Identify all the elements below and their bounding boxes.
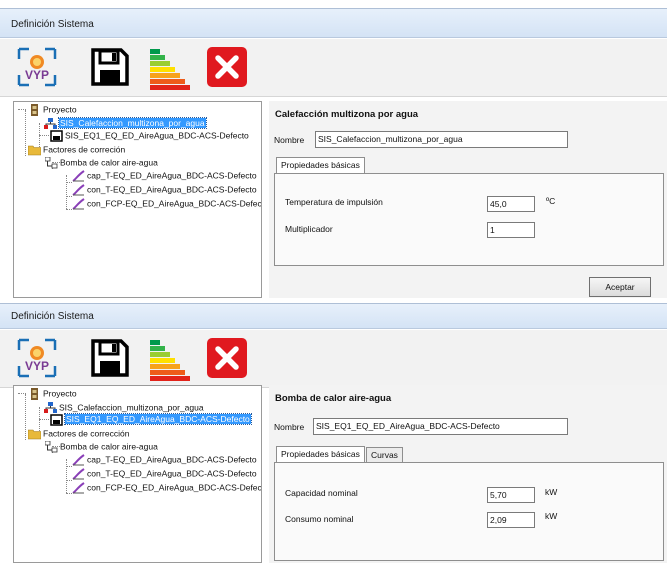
title-bar: Definición Sistema bbox=[0, 8, 667, 38]
system-definition-window-1: Definición Sistema VYP Proyecto SIS_Cale… bbox=[0, 0, 667, 300]
svg-text:VYP: VYP bbox=[25, 68, 49, 82]
energy-rating-button[interactable] bbox=[144, 334, 192, 382]
multiplier-field[interactable]: 1 bbox=[487, 222, 535, 238]
tree-node-correction-factors[interactable]: Factores de correción bbox=[28, 143, 125, 156]
system-network-icon bbox=[44, 401, 57, 414]
save-button[interactable] bbox=[86, 43, 134, 91]
tree-node-curve-cap[interactable]: cap_T-EQ_ED_AireAgua_BDC-ACS-Defecto bbox=[72, 169, 257, 182]
red-x-icon bbox=[207, 338, 247, 378]
equipment-icon bbox=[50, 414, 63, 426]
tree-node-correction-factors[interactable]: Factores de corrección bbox=[28, 427, 129, 440]
vyp-logo-icon: VYP bbox=[17, 338, 57, 378]
tree-node-curve-fcp[interactable]: con_FCP-EQ_ED_AireAgua_BDC-ACS-Defecto bbox=[72, 197, 261, 210]
delete-button[interactable] bbox=[203, 334, 251, 382]
red-x-icon bbox=[207, 47, 247, 87]
equipment-icon bbox=[50, 130, 63, 142]
nominal-capacity-unit: kW bbox=[545, 487, 558, 497]
folder-icon bbox=[28, 144, 41, 156]
properties-panel: Bomba de calor aire-agua Nombre SIS_EQ1_… bbox=[269, 385, 667, 563]
tree-node-heat-pump[interactable]: Bomba de calor aire-agua bbox=[45, 440, 158, 453]
svg-text:VYP: VYP bbox=[25, 359, 49, 373]
vyp-logo-icon: VYP bbox=[17, 47, 57, 87]
curve-icon bbox=[72, 467, 85, 480]
tab-basic-properties[interactable]: Propiedades básicas bbox=[276, 446, 365, 462]
tab-content: Capacidad nominal 5,70 kW Consumo nomina… bbox=[274, 462, 664, 561]
system-network-icon bbox=[44, 117, 57, 130]
name-label: Nombre bbox=[274, 422, 305, 432]
energy-rating-icon bbox=[150, 49, 190, 90]
curve-icon bbox=[72, 197, 85, 210]
nominal-consumption-label: Consumo nominal bbox=[285, 514, 354, 524]
project-icon bbox=[28, 103, 41, 116]
tree-node-curve-con[interactable]: con_T-EQ_ED_AireAgua_BDC-ACS-Defecto bbox=[72, 183, 257, 196]
floppy-disk-icon bbox=[91, 339, 129, 377]
nominal-capacity-label: Capacidad nominal bbox=[285, 488, 358, 498]
name-field[interactable]: SIS_Calefaccion_multizona_por_agua bbox=[315, 131, 568, 148]
curve-icon bbox=[72, 183, 85, 196]
system-tree[interactable]: Proyecto SIS_Calefaccion_multizona_por_a… bbox=[13, 385, 262, 563]
panel-title: Calefacción multizona por agua bbox=[275, 109, 419, 120]
name-field[interactable]: SIS_EQ1_EQ_ED_AireAgua_BDC-ACS-Defecto bbox=[313, 418, 568, 435]
hierarchy-icon bbox=[45, 156, 58, 169]
tree-node-curve-fcp[interactable]: con_FCP-EQ_ED_AireAgua_BDC-ACS-Defecto bbox=[72, 481, 261, 494]
tree-node-equipment[interactable]: SIS_EQ1_EQ_ED_AireAgua_BDC-ACS-Defecto bbox=[50, 129, 249, 142]
nominal-capacity-field[interactable]: 5,70 bbox=[487, 487, 535, 503]
properties-panel: Calefacción multizona por agua Nombre SI… bbox=[269, 101, 667, 298]
curve-icon bbox=[72, 453, 85, 466]
energy-rating-icon bbox=[150, 340, 190, 381]
tree-node-curve-cap[interactable]: cap_T-EQ_ED_AireAgua_BDC-ACS-Defecto bbox=[72, 453, 257, 466]
supply-temperature-label: Temperatura de impulsión bbox=[285, 197, 383, 207]
delete-button[interactable] bbox=[203, 43, 251, 91]
name-label: Nombre bbox=[274, 135, 305, 145]
tab-basic-properties[interactable]: Propiedades básicas bbox=[276, 157, 365, 173]
energy-rating-button[interactable] bbox=[144, 43, 192, 91]
toolbar: VYP bbox=[0, 330, 667, 388]
tab-curves[interactable]: Curvas bbox=[366, 447, 403, 463]
tree-node-equipment[interactable]: SIS_EQ1_EQ_ED_AireAgua_BDC-ACS-Defecto bbox=[50, 413, 252, 426]
toolbar: VYP bbox=[0, 39, 667, 97]
vyp-button[interactable]: VYP bbox=[13, 43, 61, 91]
title-bar: Definición Sistema bbox=[0, 303, 667, 329]
multiplier-label: Multiplicador bbox=[285, 224, 333, 234]
tree-node-heat-pump[interactable]: Bomba de calor aire-agua bbox=[45, 156, 158, 169]
hierarchy-icon bbox=[45, 440, 58, 453]
system-tree[interactable]: Proyecto SIS_Calefaccion_multizona_por_a… bbox=[13, 101, 262, 298]
project-icon bbox=[28, 387, 41, 400]
tree-node-curve-con[interactable]: con_T-EQ_ED_AireAgua_BDC-ACS-Defecto bbox=[72, 467, 257, 480]
folder-icon bbox=[28, 428, 41, 440]
tree-node-proyecto[interactable]: Proyecto bbox=[28, 103, 77, 116]
window-title: Definición Sistema bbox=[11, 19, 94, 30]
vyp-button[interactable]: VYP bbox=[13, 334, 61, 382]
floppy-disk-icon bbox=[91, 48, 129, 86]
supply-temperature-unit: ºC bbox=[546, 196, 556, 206]
tree-node-proyecto[interactable]: Proyecto bbox=[28, 387, 77, 400]
tab-content: Temperatura de impulsión 45,0 ºC Multipl… bbox=[274, 173, 664, 266]
curve-icon bbox=[72, 481, 85, 494]
accept-button[interactable]: Aceptar bbox=[589, 277, 651, 297]
nominal-consumption-unit: kW bbox=[545, 511, 558, 521]
nominal-consumption-field[interactable]: 2,09 bbox=[487, 512, 535, 528]
system-definition-window-2: Definición Sistema VYP Proyecto SIS_Cale… bbox=[0, 303, 667, 563]
save-button[interactable] bbox=[86, 334, 134, 382]
curve-icon bbox=[72, 169, 85, 182]
panel-title: Bomba de calor aire-agua bbox=[275, 393, 392, 404]
supply-temperature-field[interactable]: 45,0 bbox=[487, 196, 535, 212]
window-title: Definición Sistema bbox=[11, 311, 94, 322]
